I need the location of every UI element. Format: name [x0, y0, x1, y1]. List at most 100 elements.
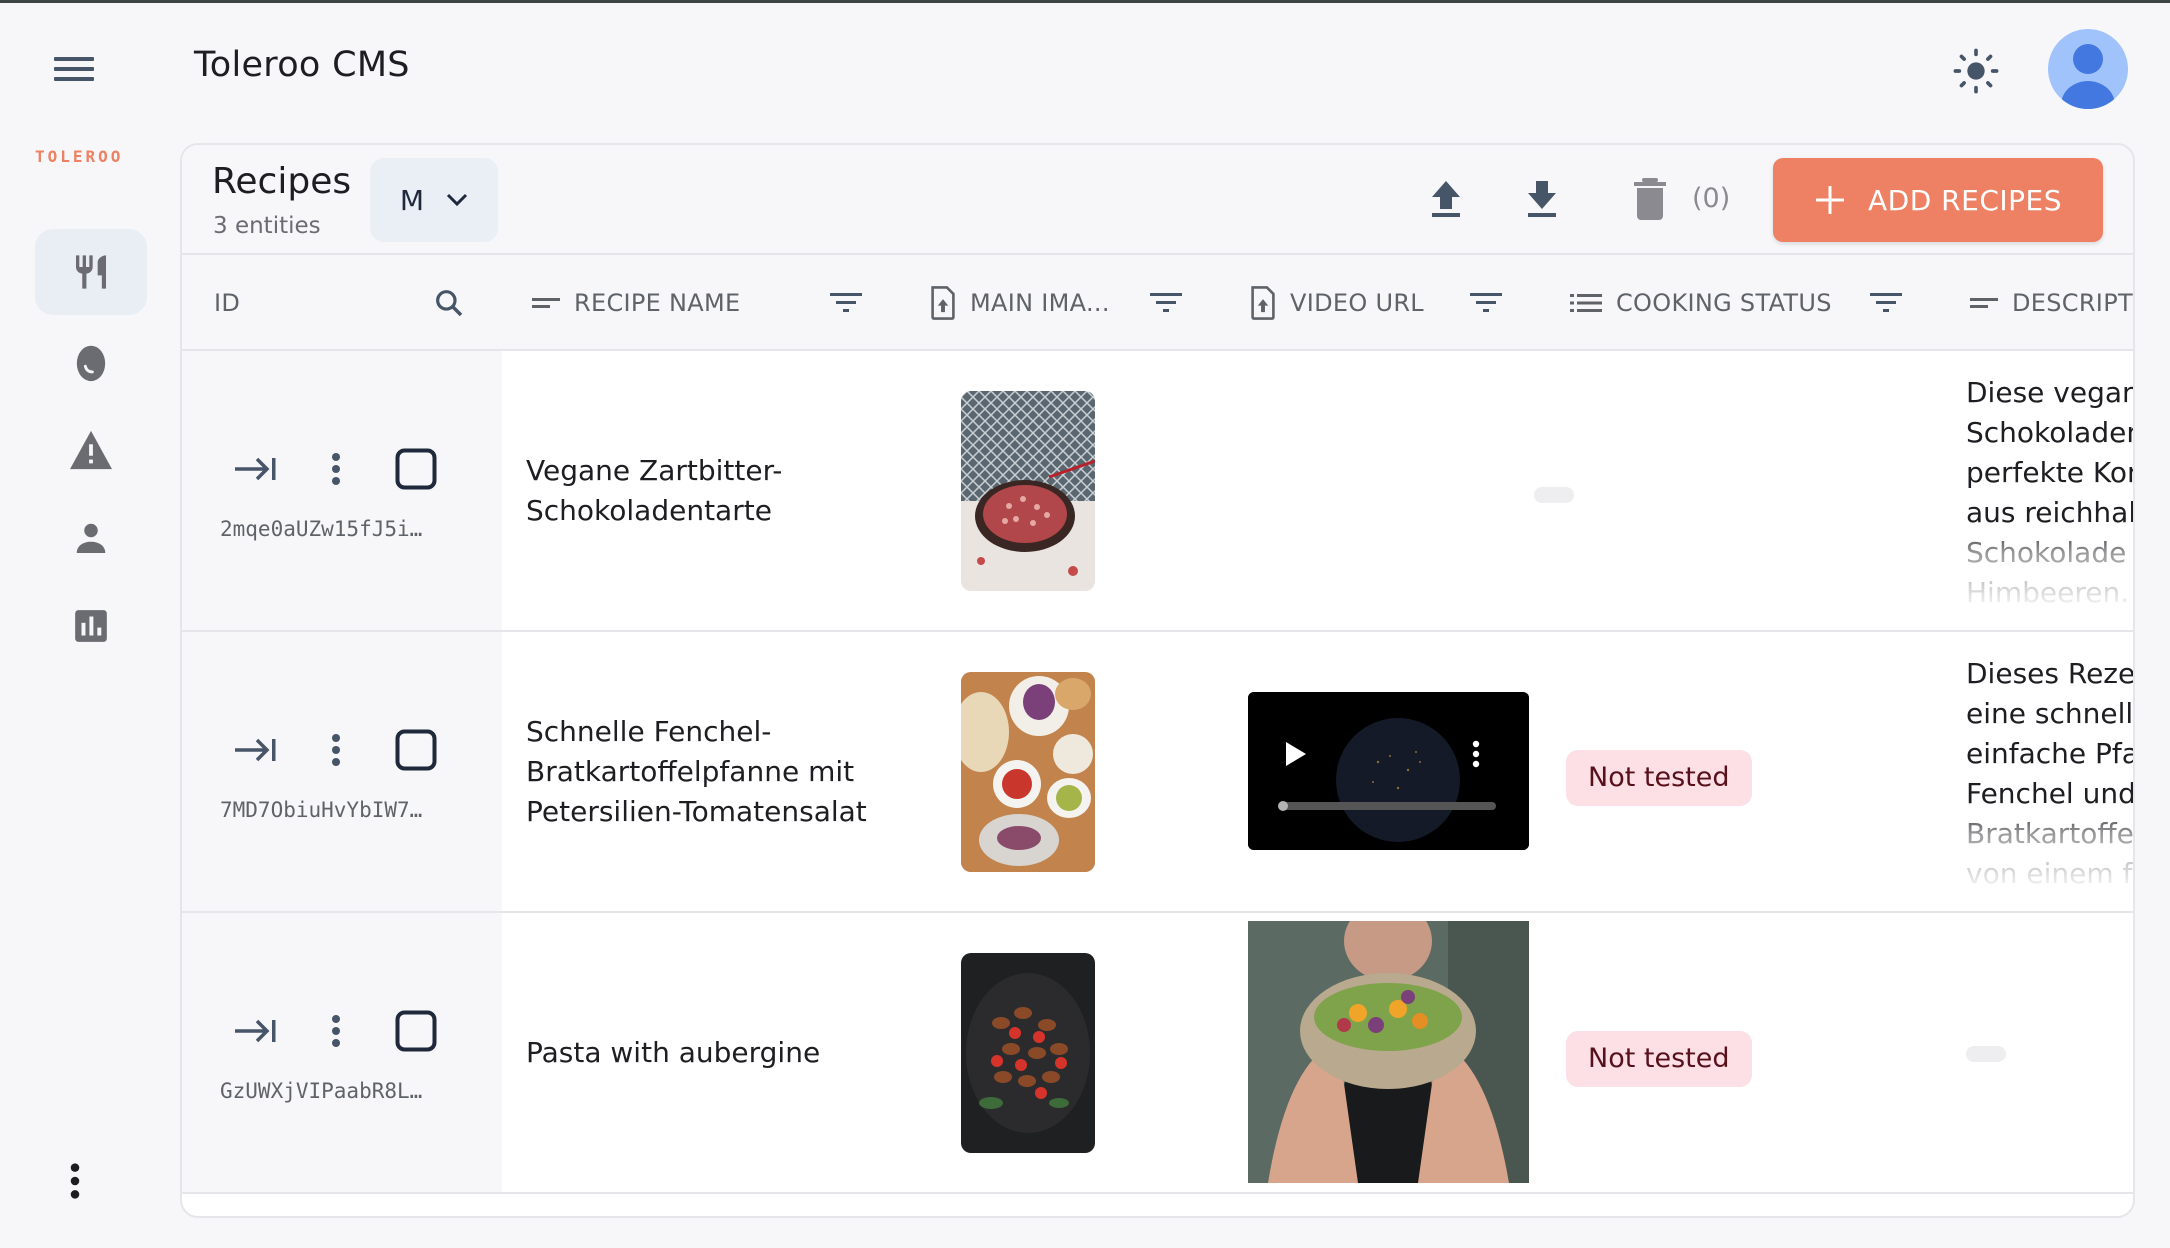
- list-icon: [1570, 294, 1602, 312]
- open-entity-button[interactable]: [232, 445, 280, 493]
- video-progress-bar[interactable]: [1278, 801, 1496, 811]
- description-line: von einem fr: [1966, 857, 2135, 890]
- description-cell[interactable]: Diese vegan Schokoladen perfekte Kon aus…: [1966, 373, 2135, 613]
- entity-id[interactable]: 2mqe0aUZw15fJ5i…: [220, 517, 422, 541]
- recipe-name-line: Pasta with aubergine: [526, 1036, 821, 1069]
- chevron-down-icon: [447, 193, 468, 207]
- row-menu-button[interactable]: [312, 726, 360, 774]
- main-image-thumbnail[interactable]: [961, 391, 1095, 591]
- add-recipes-label: ADD RECIPES: [1868, 183, 2062, 217]
- table-row[interactable]: GzUWXjVIPaabR8L… Pasta with aubergine No…: [182, 913, 2133, 1194]
- entity-id[interactable]: GzUWXjVIPaabR8L…: [220, 1079, 422, 1103]
- selected-count: (0): [1692, 183, 1731, 214]
- description-empty[interactable]: [1966, 1046, 2006, 1062]
- description-line: Fenchel und: [1966, 777, 2135, 810]
- main-image-thumbnail[interactable]: [961, 953, 1095, 1153]
- recipe-name-line: Petersilien-Tomatensalat: [526, 795, 867, 828]
- cooking-status-badge[interactable]: Not tested: [1566, 1031, 1752, 1087]
- filter-button-main-image[interactable]: [1144, 281, 1188, 325]
- description-line: aus reichhalt: [1966, 496, 2135, 529]
- filter-icon: [1150, 293, 1182, 312]
- table-row[interactable]: 7MD7ObiuHvYbIW7… Schnelle Fenchel- Bratk…: [182, 632, 2133, 913]
- column-label: ID: [214, 289, 241, 317]
- collection-toolbar: Recipes 3 entities M (0) ADD RECIPES: [182, 145, 2133, 255]
- sidebar-item-allergens[interactable]: [35, 407, 147, 493]
- sun-icon: [1953, 48, 1999, 94]
- add-recipes-button[interactable]: ADD RECIPES: [1773, 158, 2103, 242]
- description-line: Diese vegan: [1966, 376, 2135, 409]
- table-row[interactable]: 2mqe0aUZw15fJ5i… Vegane Zartbitter- Scho…: [182, 351, 2133, 632]
- app-title: Toleroo CMS: [194, 45, 410, 85]
- recipe-name-line: Schokoladentarte: [526, 494, 772, 527]
- more-vertical-icon[interactable]: [1472, 740, 1480, 768]
- tacos-image: [961, 672, 1095, 872]
- filter-button-recipe-name[interactable]: [824, 281, 868, 325]
- app-window: Toleroo CMS TOLEROO Recipes 3 entities M…: [0, 0, 2170, 1248]
- video-player[interactable]: [1248, 692, 1529, 850]
- main-image-thumbnail[interactable]: [961, 672, 1095, 872]
- row-select-checkbox[interactable]: [392, 726, 440, 774]
- open-entity-button[interactable]: [232, 726, 280, 774]
- recipe-name-cell[interactable]: Pasta with aubergine: [526, 1033, 906, 1073]
- download-icon: [1528, 181, 1556, 217]
- column-label: RECIPE NAME: [574, 289, 741, 317]
- cooking-status-badge[interactable]: Not tested: [1566, 750, 1752, 806]
- id-cell: 2mqe0aUZw15fJ5i…: [182, 351, 502, 630]
- column-header-recipe-name[interactable]: RECIPE NAME: [532, 255, 740, 351]
- sidebar-more-button[interactable]: [60, 1161, 90, 1201]
- collection-table-card: Recipes 3 entities M (0) ADD RECIPES ID …: [180, 143, 2135, 1218]
- arrow-right-to-line-icon: [235, 738, 276, 762]
- row-menu-button[interactable]: [312, 1007, 360, 1055]
- column-header-video-url[interactable]: VIDEO URL: [1250, 255, 1424, 351]
- column-header-main-image[interactable]: MAIN IMA...: [930, 255, 1110, 351]
- open-entity-button[interactable]: [232, 1007, 280, 1055]
- play-icon[interactable]: [1286, 742, 1306, 766]
- collection-title: Recipes: [212, 161, 352, 202]
- import-button[interactable]: [1424, 177, 1468, 221]
- column-header-description[interactable]: DESCRIPT: [1970, 255, 2133, 351]
- entity-id[interactable]: 7MD7ObiuHvYbIW7…: [220, 798, 422, 822]
- gnocchi-image: [961, 953, 1095, 1153]
- column-header-id[interactable]: ID: [214, 255, 240, 351]
- sidebar-item-users[interactable]: [35, 495, 147, 581]
- menu-button[interactable]: [50, 51, 98, 87]
- row-menu-button[interactable]: [312, 445, 360, 493]
- bar-chart-icon: [75, 610, 107, 642]
- filter-icon: [830, 293, 862, 312]
- short-text-icon: [532, 298, 560, 308]
- description-cell[interactable]: Dieses Rezep eine schnelle einfache Pfa …: [1966, 654, 2135, 894]
- video-progress-thumb[interactable]: [1278, 801, 1288, 811]
- column-header-cooking-status[interactable]: COOKING STATUS: [1570, 255, 1832, 351]
- entity-count: 3 entities: [213, 213, 321, 239]
- sidebar-item-recipes[interactable]: [35, 229, 147, 315]
- column-label: DESCRIPT: [2012, 289, 2133, 317]
- egg-icon: [76, 345, 106, 382]
- row-size-select[interactable]: M: [370, 158, 498, 242]
- filter-button-video-url[interactable]: [1464, 281, 1508, 325]
- user-avatar[interactable]: [2048, 29, 2128, 109]
- more-vertical-icon: [332, 1015, 340, 1047]
- row-select-checkbox[interactable]: [392, 445, 440, 493]
- id-cell: 7MD7ObiuHvYbIW7…: [182, 632, 502, 911]
- upload-icon: [1432, 181, 1460, 217]
- sidebar-item-analytics[interactable]: [35, 583, 147, 669]
- description-line: Himbeeren.: [1966, 576, 2130, 609]
- sidebar-item-ingredients[interactable]: [35, 319, 147, 405]
- filter-button-cooking-status[interactable]: [1864, 281, 1908, 325]
- theme-toggle-button[interactable]: [1950, 45, 2002, 97]
- short-text-icon: [1970, 298, 1998, 308]
- filter-icon: [1470, 293, 1502, 312]
- checkbox-icon: [395, 1010, 437, 1052]
- cooking-status-empty[interactable]: [1534, 487, 1574, 503]
- recipe-name-cell[interactable]: Vegane Zartbitter- Schokoladentarte: [526, 451, 906, 531]
- id-search-button[interactable]: [427, 281, 471, 325]
- delete-selected-button[interactable]: [1628, 177, 1672, 221]
- row-size-value: M: [399, 183, 425, 217]
- recipe-name-cell[interactable]: Schnelle Fenchel- Bratkartoffelpfanne mi…: [526, 712, 906, 832]
- row-select-checkbox[interactable]: [392, 1007, 440, 1055]
- export-button[interactable]: [1520, 177, 1564, 221]
- trash-icon: [1634, 178, 1666, 220]
- recipe-name-line: Vegane Zartbitter-: [526, 454, 783, 487]
- video-thumbnail[interactable]: [1248, 921, 1529, 1183]
- arrow-right-to-line-icon: [235, 1019, 276, 1043]
